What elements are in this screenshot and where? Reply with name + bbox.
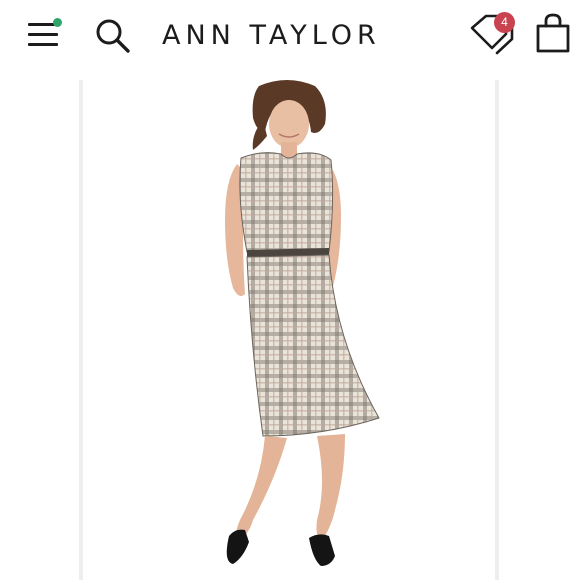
notification-dot	[53, 18, 62, 27]
menu-bar-3	[28, 43, 58, 46]
brand-logo[interactable]: ANN TAYLOR	[162, 19, 418, 53]
site-header: ANN TAYLOR 4	[0, 0, 580, 72]
search-button[interactable]	[94, 17, 132, 55]
shopping-bag-button[interactable]	[533, 12, 573, 54]
dress-product-photo[interactable]	[83, 80, 495, 580]
search-icon	[96, 19, 130, 53]
menu-button[interactable]	[26, 18, 66, 52]
shopping-bag-icon	[536, 13, 570, 53]
offers-count-badge: 4	[494, 12, 515, 33]
product-image-frame	[79, 80, 499, 580]
menu-bar-2	[28, 33, 58, 36]
